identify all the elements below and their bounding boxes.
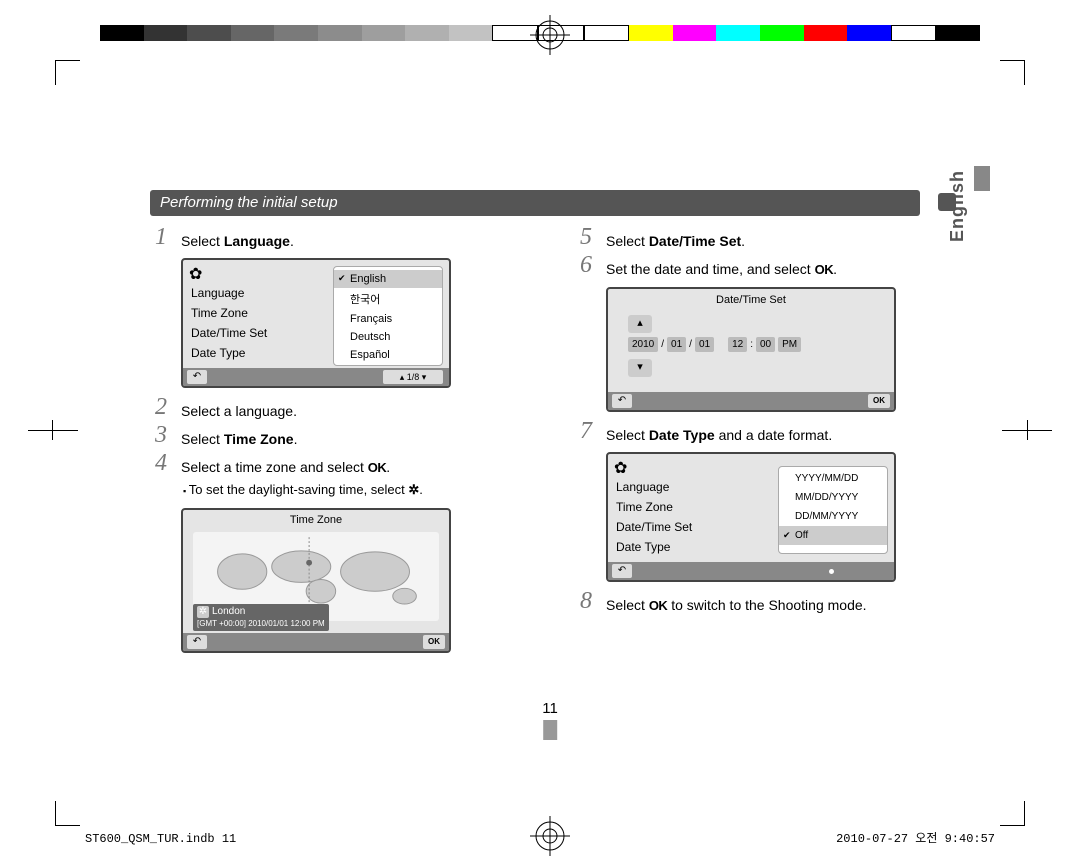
- step-keyword: Language: [224, 233, 290, 249]
- screen-title: Date/Time Set: [608, 289, 894, 306]
- step-text: Select: [606, 597, 649, 613]
- step-keyword: Date/Time Set: [649, 233, 741, 249]
- menu-item: Time Zone: [191, 306, 267, 320]
- menu-item: Language: [616, 480, 692, 494]
- settings-menu-list: Language Time Zone Date/Time Set Date Ty…: [616, 480, 692, 560]
- ampm-field: PM: [778, 337, 801, 352]
- step-number: 2: [155, 396, 167, 418]
- language-option: 한국어: [334, 288, 442, 310]
- step-number: 3: [155, 424, 167, 446]
- step-keyword: Date Type: [649, 427, 715, 443]
- gear-icon: ✿: [189, 264, 202, 284]
- language-option: Deutsch: [334, 328, 442, 346]
- back-icon: ↶: [612, 394, 632, 408]
- menu-item: Date/Time Set: [616, 520, 692, 534]
- step-2: 2 Select a language.: [155, 400, 515, 422]
- section-heading: Performing the initial setup: [150, 190, 920, 216]
- registration-mark-bottom: [530, 816, 570, 856]
- center-mark: [52, 420, 53, 440]
- step-number: 1: [155, 226, 167, 248]
- crop-mark: [1000, 801, 1025, 826]
- up-arrow-icon: ▴: [628, 315, 652, 333]
- screenshot-time-zone: Time Zone ✲London [GMT +00:00] 2010/01/0…: [181, 508, 451, 653]
- step-number: 8: [580, 590, 592, 612]
- step-keyword: Time Zone: [224, 431, 294, 447]
- gmt-label: [GMT +00:00] 2010/01/01 12:00 PM: [197, 619, 325, 628]
- step-number: 5: [580, 226, 592, 248]
- date-type-option: Off: [779, 526, 887, 545]
- step-text: Select: [181, 431, 224, 447]
- step-7: 7 Select Date Type and a date format.: [580, 424, 980, 446]
- step-number: 6: [580, 254, 592, 276]
- indicator-dot: [829, 569, 834, 574]
- ok-icon: OK: [815, 262, 834, 277]
- footer-timestamp: 2010-07-27 오전 9:40:57: [836, 829, 995, 846]
- language-option: English: [334, 270, 442, 288]
- ok-icon: OK: [368, 460, 387, 475]
- screenshot-language-menu: ✿ Language Time Zone Date/Time Set Date …: [181, 258, 451, 388]
- menu-item: Date Type: [616, 540, 692, 554]
- screen-title: Time Zone: [183, 510, 449, 526]
- step-8: 8 Select OK to switch to the Shooting mo…: [580, 594, 980, 617]
- center-mark: [28, 430, 78, 431]
- step-5: 5 Select Date/Time Set.: [580, 230, 980, 252]
- dst-icon: ✲: [408, 482, 419, 497]
- menu-item: Date/Time Set: [191, 326, 267, 340]
- step-1: 1 Select Language.: [155, 230, 515, 252]
- menu-item: Time Zone: [616, 500, 692, 514]
- screenshot-date-time-set: Date/Time Set ▴ ▾ 2010/ 01/ 01 12: 00 PM…: [606, 287, 896, 412]
- month-field: 01: [667, 337, 686, 352]
- step-3: 3 Select Time Zone.: [155, 428, 515, 450]
- date-type-option: YYYY/MM/DD: [779, 469, 887, 488]
- crop-mark: [55, 801, 80, 826]
- language-option: Español: [334, 346, 442, 364]
- ok-icon: OK: [649, 598, 668, 613]
- heading-marker: [938, 193, 956, 211]
- crop-mark: [55, 60, 80, 85]
- dst-icon: ✲: [197, 606, 209, 618]
- language-option: Français: [334, 310, 442, 328]
- step-substep: To set the daylight-saving time, select …: [181, 479, 515, 502]
- menu-item: Language: [191, 286, 267, 300]
- ok-button-icon: OK: [868, 394, 890, 408]
- footer-filename: ST600_QSM_TUR.indb 11: [85, 832, 236, 846]
- settings-menu-list: Language Time Zone Date/Time Set Date Ty…: [191, 286, 267, 366]
- back-icon: ↶: [187, 370, 207, 384]
- ok-button-icon: OK: [423, 635, 445, 649]
- page-content: English Performing the initial setup 1 S…: [110, 80, 990, 800]
- minute-field: 00: [756, 337, 775, 352]
- screenshot-date-type: ✿ Language Time Zone Date/Time Set Date …: [606, 452, 896, 582]
- page-indicator: ▴ 1/8 ▾: [383, 370, 443, 384]
- step-text: Select: [606, 233, 649, 249]
- day-field: 01: [695, 337, 714, 352]
- step-text: Select a time zone and select: [181, 459, 368, 475]
- step-text: Select a language.: [181, 403, 297, 419]
- step-number: 7: [580, 420, 592, 442]
- center-mark: [1027, 420, 1028, 440]
- step-number: 4: [155, 452, 167, 474]
- city-label: ✲London [GMT +00:00] 2010/01/01 12:00 PM: [193, 604, 329, 631]
- down-arrow-icon: ▾: [628, 359, 652, 377]
- step-4: 4 Select a time zone and select OK. To s…: [155, 456, 515, 502]
- crop-mark: [1000, 60, 1025, 85]
- back-icon: ↶: [612, 564, 632, 578]
- step-6: 6 Set the date and time, and select OK.: [580, 258, 980, 281]
- date-type-options-panel: YYYY/MM/DD MM/DD/YYYY DD/MM/YYYY Off: [778, 466, 888, 554]
- date-time-fields: 2010/ 01/ 01 12: 00 PM: [628, 337, 801, 352]
- year-field: 2010: [628, 337, 658, 352]
- step-text: Select: [606, 427, 649, 443]
- date-type-option: MM/DD/YYYY: [779, 488, 887, 507]
- gear-icon: ✿: [614, 458, 627, 478]
- date-type-option: DD/MM/YYYY: [779, 507, 887, 526]
- step-text: Select: [181, 233, 224, 249]
- registration-mark-top: [530, 15, 570, 55]
- menu-item: Date Type: [191, 346, 267, 360]
- step-text: Set the date and time, and select: [606, 261, 815, 277]
- language-options-panel: English 한국어 Français Deutsch Español: [333, 266, 443, 366]
- page-number: 11: [542, 700, 558, 740]
- back-icon: ↶: [187, 635, 207, 649]
- hour-field: 12: [728, 337, 747, 352]
